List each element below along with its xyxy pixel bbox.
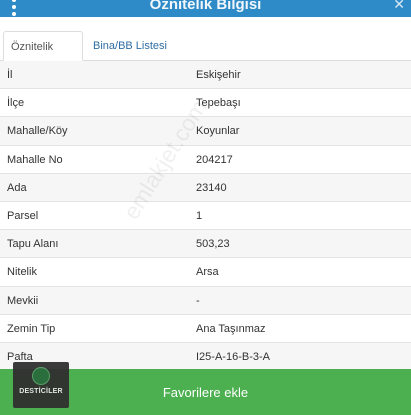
attribute-value: - bbox=[196, 294, 200, 307]
attribute-key: Parsel bbox=[7, 209, 39, 222]
attribute-value: I25-A-16-B-3-A bbox=[196, 350, 270, 363]
attribute-value: Arsa bbox=[196, 266, 219, 279]
table-row: Ada 23140 bbox=[0, 173, 411, 202]
tab-oznitelik-bilgisi[interactable]: Öznitelik Bilgisi bbox=[3, 31, 83, 83]
attribute-key: İl bbox=[7, 69, 13, 81]
table-row: Mevkii - bbox=[0, 286, 411, 315]
dialog-header: Öznitelik Bilgisi ✕ bbox=[0, 0, 411, 17]
dialog-title: Öznitelik Bilgisi bbox=[149, 0, 262, 13]
attribute-value: 23140 bbox=[196, 181, 227, 194]
tab-bar: Öznitelik Bilgisi Bina/BB Listesi bbox=[0, 17, 411, 83]
close-icon[interactable]: ✕ bbox=[393, 0, 405, 13]
attribute-key: Zemin Tip bbox=[7, 322, 56, 335]
table-row: Tapu Alanı 503,23 bbox=[0, 230, 411, 259]
attribute-key: Mahalle No bbox=[7, 153, 63, 166]
attribute-key: Mahalle/Köy bbox=[7, 125, 68, 138]
table-row: Mahalle No 204217 bbox=[0, 145, 411, 174]
attribute-key: İlçe bbox=[7, 97, 25, 110]
logo-mark-icon bbox=[32, 367, 50, 385]
attribute-value: 503,23 bbox=[196, 238, 230, 251]
attribute-value: Eskişehir bbox=[196, 69, 241, 81]
attribute-value: Koyunlar bbox=[196, 125, 240, 138]
table-row: Mahalle/Köy Koyunlar bbox=[0, 117, 411, 146]
attribute-key: Ada bbox=[7, 181, 27, 194]
logo-name: DESTİCİLER bbox=[19, 388, 63, 395]
attribute-value: Ana Taşınmaz bbox=[196, 322, 266, 335]
table-row: Nitelik Arsa bbox=[0, 258, 411, 287]
attribute-value: 1 bbox=[196, 209, 203, 222]
tab-bina-bb-listesi[interactable]: Bina/BB Listesi bbox=[86, 31, 174, 61]
attribute-key: Mevkii bbox=[7, 294, 39, 307]
attribute-value: 204217 bbox=[196, 153, 233, 166]
table-row: İl Eskişehir bbox=[0, 61, 411, 90]
table-row: Zemin Tip Ana Taşınmaz bbox=[0, 314, 411, 343]
logo: DESTİCİLER bbox=[13, 362, 69, 408]
attribute-key: Tapu Alanı bbox=[7, 238, 59, 251]
table-row: Parsel 1 bbox=[0, 201, 411, 231]
attribute-key: Nitelik bbox=[7, 266, 37, 279]
